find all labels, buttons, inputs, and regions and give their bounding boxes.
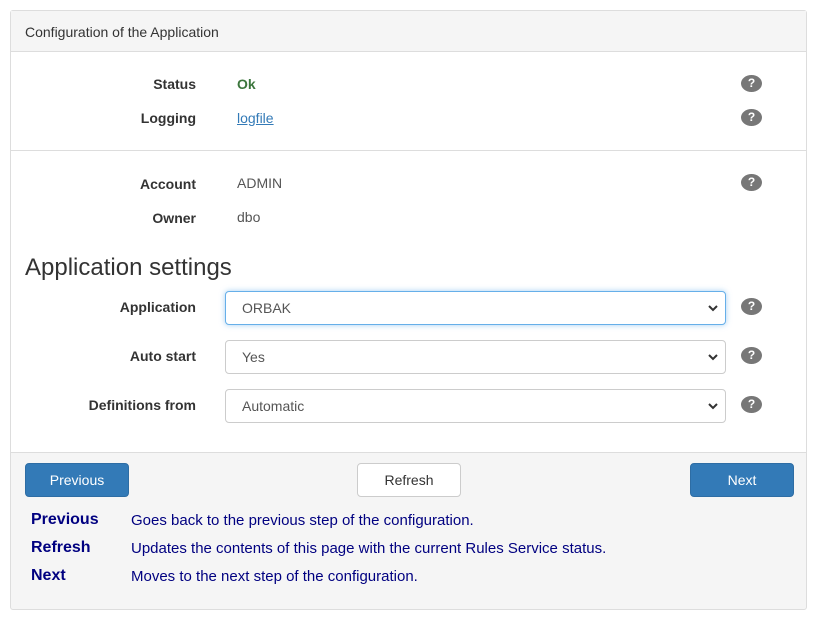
application-select-value: ORBAK <box>242 300 292 316</box>
help-key: Refresh <box>31 539 91 556</box>
application-select[interactable]: ORBAK <box>225 291 726 325</box>
chevron-down-icon <box>708 354 718 361</box>
help-desc: Updates the contents of this page with t… <box>131 540 607 557</box>
next-button[interactable]: Next <box>690 463 794 497</box>
owner-value: dbo <box>237 209 261 225</box>
definitions-label: Definitions from <box>88 397 196 413</box>
auto-start-select-value: Yes <box>242 349 265 365</box>
chevron-down-icon <box>708 403 718 410</box>
help-icon[interactable]: ? <box>741 347 762 364</box>
help-icon[interactable]: ? <box>741 75 762 92</box>
help-icon[interactable]: ? <box>741 109 762 126</box>
account-value: ADMIN <box>237 175 283 191</box>
auto-start-select[interactable]: Yes <box>225 340 726 374</box>
previous-button[interactable]: Previous <box>25 463 129 497</box>
divider <box>11 150 806 151</box>
auto-start-label: Auto start <box>129 348 196 364</box>
application-label: Application <box>119 299 196 315</box>
help-icon[interactable]: ? <box>741 396 762 413</box>
account-label: Account <box>140 176 196 192</box>
status-label: Status <box>153 76 196 92</box>
chevron-down-icon <box>708 305 718 312</box>
help-desc: Goes back to the previous step of the co… <box>131 512 474 529</box>
config-panel: Configuration of the Application Status … <box>10 10 807 610</box>
status-value: Ok <box>237 76 256 92</box>
help-desc: Moves to the next step of the configurat… <box>131 568 418 585</box>
definitions-select[interactable]: Automatic <box>225 389 726 423</box>
logging-value: logfile <box>237 110 274 126</box>
help-icon[interactable]: ? <box>741 174 762 191</box>
help-icon[interactable]: ? <box>741 298 762 315</box>
owner-label: Owner <box>152 210 196 226</box>
help-key: Next <box>31 567 66 584</box>
refresh-button[interactable]: Refresh <box>357 463 461 497</box>
section-title: Application settings <box>25 254 232 281</box>
logfile-link[interactable]: logfile <box>237 110 274 126</box>
panel-body: Status Ok ? Logging logfile ? Account AD… <box>11 52 806 453</box>
panel-title: Configuration of the Application <box>25 24 219 40</box>
panel-heading: Configuration of the Application <box>11 11 806 52</box>
help-key: Previous <box>31 511 99 528</box>
logging-label: Logging <box>140 110 196 126</box>
definitions-select-value: Automatic <box>242 398 305 414</box>
